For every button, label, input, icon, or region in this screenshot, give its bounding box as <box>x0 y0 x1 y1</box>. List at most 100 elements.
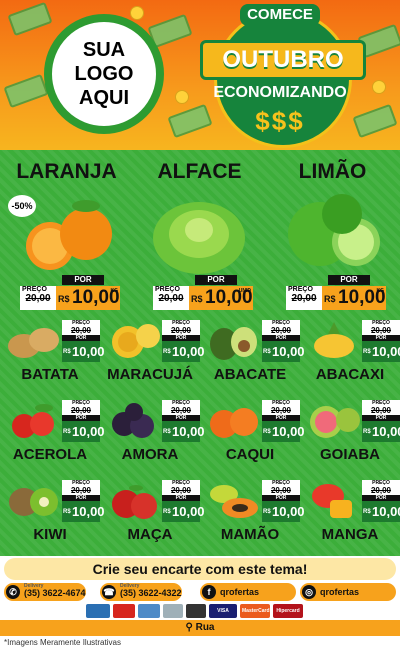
old-price: 20,00 <box>262 486 300 495</box>
featured-offer: LARANJA -50% POR PREÇO 20,00 R$ 10,00 KG <box>0 150 133 310</box>
product-offer: PREÇO 20,00 POR R$ 10,00 MARACUJÁ <box>100 314 205 394</box>
price-tag: PREÇO 20,00 R$ 10,00 KG <box>286 286 386 310</box>
price-tag: PREÇO20,00PORR$10,00 <box>62 480 105 522</box>
seal-month: OUTUBRO <box>200 40 366 80</box>
address-bar: ⚲ Rua <box>0 620 400 636</box>
price-tag: PREÇO20,00PORR$10,00 <box>262 480 305 522</box>
pix-icon <box>113 604 135 618</box>
por-label: POR <box>195 275 237 285</box>
price-tag: PREÇO20,00PORR$10,00 <box>362 320 400 362</box>
seal-symbols: $$$ <box>255 106 305 136</box>
product-offer: PREÇO 20,00 POR R$ 10,00 BATATA <box>0 314 105 394</box>
price-tag: PREÇO20,00PORR$10,00 <box>162 400 205 442</box>
mango-icon <box>312 484 352 518</box>
acerola-icon <box>12 404 54 438</box>
product-offer: PREÇO 20,00 POR R$ 10,00 AMORA <box>100 394 205 474</box>
currency: R$ <box>63 429 71 435</box>
contact-phone[interactable]: ☎ Delivery (35) 3622-4322 <box>100 583 182 601</box>
product-offer: PREÇO 20,00 POR R$ 10,00 MAMÃO <box>200 474 305 554</box>
ticket-icon <box>138 604 160 618</box>
old-price: 20,00 <box>62 486 100 495</box>
facebook-icon: f <box>202 585 216 599</box>
featured-offer: ALFACE POR PREÇO 20,00 R$ 10,00 UNID <box>133 150 266 310</box>
avocado-icon <box>210 327 257 360</box>
currency: R$ <box>263 429 271 435</box>
coin-icon <box>175 90 189 104</box>
price: 10,00 <box>372 344 400 359</box>
currency: R$ <box>63 349 71 355</box>
product-name: ALFACE <box>157 160 242 183</box>
por-label: POR <box>62 275 104 285</box>
unit: UNID <box>238 288 251 294</box>
card-icon <box>86 604 110 618</box>
old-price: 20,00 <box>362 326 400 335</box>
potato-icon <box>8 328 59 358</box>
promo-seal: COMECE OUTUBRO ECONOMIZANDO $$$ <box>200 4 366 148</box>
currency: R$ <box>263 509 271 515</box>
guava-icon <box>310 406 360 438</box>
money-bill-icon <box>7 1 53 37</box>
coin-icon <box>372 80 386 94</box>
featured-offer: LIMÃO POR PREÇO 20,00 R$ 10,00 KG <box>266 150 399 310</box>
passionfruit-icon <box>112 324 160 358</box>
price-tag: PREÇO20,00PORR$10,00 <box>362 400 400 442</box>
elo-icon <box>186 604 206 618</box>
unit: KG <box>110 288 119 294</box>
old-price: 20,00 <box>162 486 200 495</box>
product-name: MAMÃO <box>220 526 280 543</box>
product-offer: PREÇO20,00PORR$10,00 ABACAXI <box>300 314 400 394</box>
logo-line: LOGO <box>74 63 134 85</box>
product-offer: PREÇO 20,00 POR R$ 10,00 KIWI <box>0 474 105 554</box>
whatsapp-icon: ✆ <box>6 585 20 599</box>
instagram-icon: ◎ <box>302 585 316 599</box>
product-name: LIMÃO <box>298 160 367 183</box>
unit: KG <box>376 288 385 294</box>
visa-icon: VISA <box>209 604 237 618</box>
old-price: 20,00 <box>62 326 100 335</box>
address-text: Rua <box>195 622 215 633</box>
old-price: 20,00 <box>62 406 100 415</box>
coin-icon <box>130 6 144 20</box>
product-name: KIWI <box>33 526 67 543</box>
old-price: 20,00 <box>362 486 400 495</box>
product-offer: PREÇO 20,00 POR R$ 10,00 ACEROLA <box>0 394 105 474</box>
disclaimer: *Imagens Meramente Ilustrativas <box>4 638 121 647</box>
price-tag: PREÇO 20,00 R$ 10,00 KG <box>20 286 120 310</box>
por-label: POR <box>328 275 370 285</box>
voucher-icon <box>163 604 183 618</box>
old-price: 20,00 <box>25 293 51 304</box>
contact-whatsapp[interactable]: ✆ Delivery (35) 3622-4674 <box>4 583 86 601</box>
product-offer: PREÇO 20,00 POR R$ 10,00 MAÇA <box>100 474 205 554</box>
currency: R$ <box>63 509 71 515</box>
currency: R$ <box>58 294 70 304</box>
papaya-icon <box>210 485 258 518</box>
lime-icon <box>288 194 380 266</box>
currency: R$ <box>324 294 336 304</box>
price-tag: PREÇO 20,00 R$ 10,00 UNID <box>153 286 253 310</box>
contact-text: (35) 3622-4322 <box>120 588 182 598</box>
old-price-label: PREÇO <box>155 286 180 293</box>
currency: R$ <box>191 294 203 304</box>
cta-banner[interactable]: Crie seu encarte com este tema! <box>4 558 396 580</box>
old-price: 20,00 <box>162 326 200 335</box>
product-name: CAQUI <box>225 446 275 463</box>
price: 10,00 <box>372 424 400 439</box>
contact-text: qrofertas <box>320 587 360 597</box>
payment-methods: VISA MasterCard Hipercard <box>86 604 316 620</box>
location-pin-icon: ⚲ <box>185 622 193 633</box>
phone-icon: ☎ <box>102 585 116 599</box>
contact-instagram[interactable]: ◎ qrofertas <box>300 583 396 601</box>
price: 10,00 <box>372 504 400 519</box>
apple-icon <box>112 485 157 519</box>
currency: R$ <box>163 509 171 515</box>
product-name: LARANJA <box>16 160 117 183</box>
currency: R$ <box>363 349 371 355</box>
product-name: MARACUJÁ <box>107 366 193 383</box>
product-offer: PREÇO20,00PORR$10,00 MANGA <box>300 474 400 554</box>
old-price: 20,00 <box>162 406 200 415</box>
footer: Crie seu encarte com este tema! ✆ Delive… <box>0 556 400 650</box>
old-price-label: PREÇO <box>22 286 47 293</box>
persimmon-icon <box>210 408 258 438</box>
contact-facebook[interactable]: f qrofertas <box>200 583 296 601</box>
pineapple-icon <box>314 322 354 358</box>
